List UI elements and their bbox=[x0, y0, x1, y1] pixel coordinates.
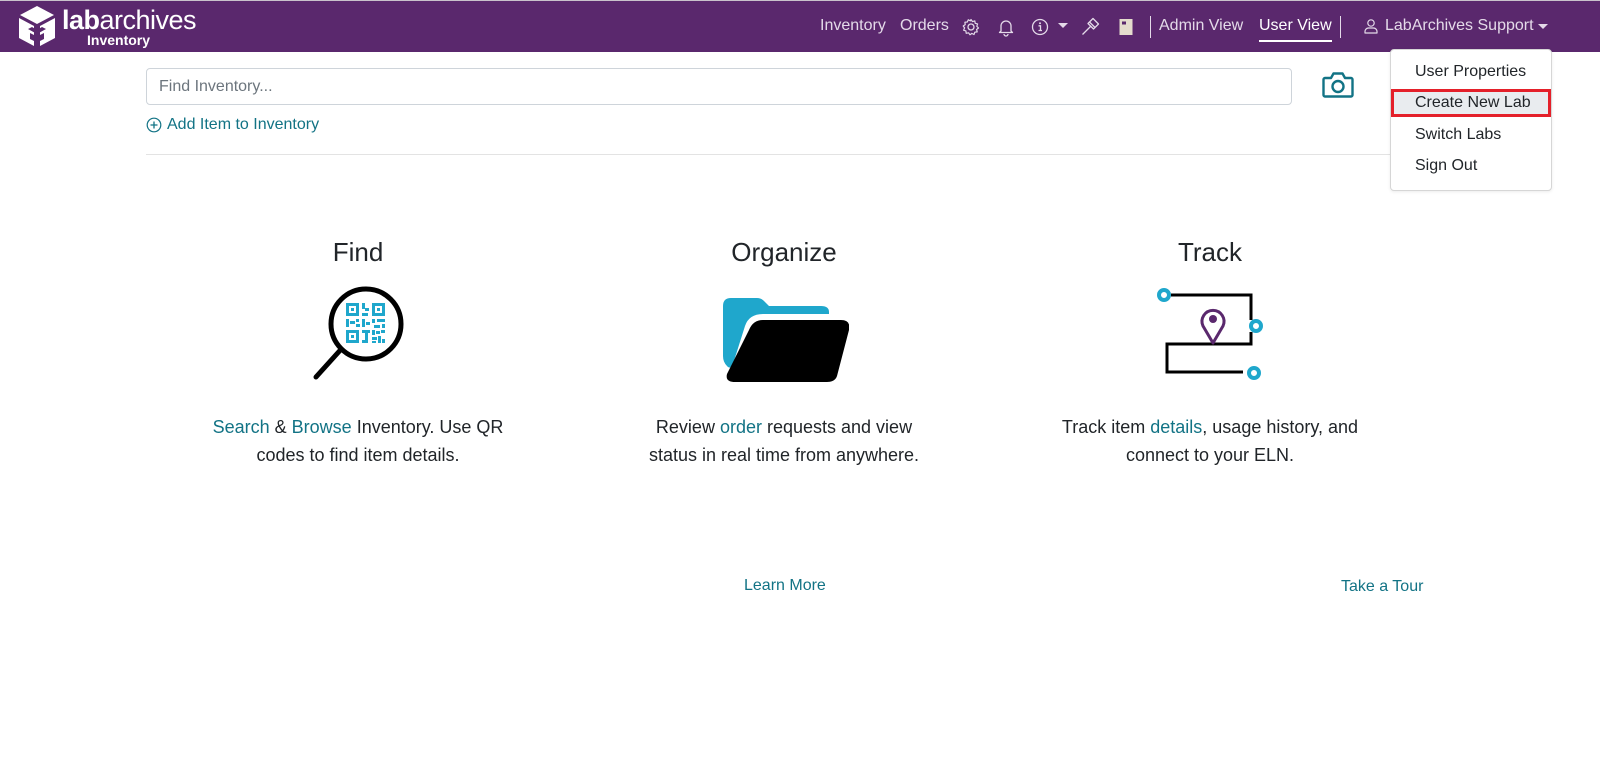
nav-separator bbox=[1150, 16, 1151, 38]
notebook-icon[interactable] bbox=[1116, 17, 1136, 37]
feature-title: Find bbox=[332, 237, 384, 267]
nav-inventory[interactable]: Inventory bbox=[820, 16, 886, 36]
info-icon[interactable] bbox=[1030, 17, 1050, 37]
nav-separator bbox=[1340, 16, 1341, 38]
section-divider bbox=[146, 154, 1416, 155]
search-link[interactable]: Search bbox=[213, 417, 270, 437]
find-inventory-input[interactable] bbox=[146, 68, 1292, 105]
info-dropdown-caret-icon[interactable] bbox=[1058, 23, 1068, 28]
menu-item-user-properties[interactable]: User Properties bbox=[1391, 58, 1551, 86]
camera-scan-icon[interactable] bbox=[1322, 70, 1354, 100]
feature-title: Organize bbox=[731, 237, 837, 267]
details-link[interactable]: details bbox=[1150, 417, 1202, 437]
nav-orders[interactable]: Orders bbox=[900, 16, 949, 36]
feature-find: Find Search & Browse Inventory. Use QR c… bbox=[208, 236, 508, 469]
bell-icon[interactable] bbox=[996, 17, 1016, 37]
desc-text: Track item bbox=[1061, 417, 1151, 437]
feature-track: Track Track item details, usage history,… bbox=[1060, 236, 1360, 469]
feature-description: Search & Browse Inventory. Use QR codes … bbox=[208, 414, 508, 469]
brand-bold: lab bbox=[62, 5, 100, 35]
labarchives-cube-icon bbox=[19, 6, 55, 46]
brand-light: archives bbox=[99, 5, 197, 35]
menu-item-switch-labs[interactable]: Switch Labs bbox=[1391, 121, 1551, 149]
feature-description: Track item details, usage history, and c… bbox=[1060, 414, 1360, 469]
menu-item-sign-out[interactable]: Sign Out bbox=[1391, 152, 1551, 180]
brand-subtitle: Inventory bbox=[87, 32, 151, 48]
learn-more-link[interactable]: Learn More bbox=[744, 576, 826, 596]
plus-circle-icon bbox=[146, 117, 162, 133]
brand-text: labarchives bbox=[62, 5, 197, 35]
menu-item-create-new-lab[interactable]: Create New Lab bbox=[1391, 89, 1551, 117]
user-icon bbox=[1364, 19, 1378, 34]
browse-link[interactable]: Browse bbox=[292, 417, 352, 437]
feature-description: Review order requests and view status in… bbox=[634, 414, 934, 469]
user-menu-toggle[interactable]: LabArchives Support bbox=[1363, 16, 1548, 36]
top-navbar: labarchives Inventory Inventory Orders A… bbox=[0, 0, 1600, 52]
qr-magnifier-icon bbox=[313, 286, 404, 380]
gear-icon[interactable] bbox=[961, 17, 981, 37]
order-link[interactable]: order bbox=[720, 417, 762, 437]
user-menu-caret-icon bbox=[1537, 23, 1548, 29]
brand-logo-link[interactable]: labarchives Inventory bbox=[18, 5, 197, 49]
add-item-link[interactable]: Add Item to Inventory bbox=[146, 115, 319, 135]
folder-icon bbox=[723, 298, 849, 382]
feature-organize: Organize Review order requests and view … bbox=[634, 236, 934, 469]
desc-text: & bbox=[269, 417, 292, 437]
user-menu-label: LabArchives Support bbox=[1385, 17, 1534, 34]
take-tour-link[interactable]: Take a Tour bbox=[1341, 577, 1423, 597]
add-item-label: Add Item to Inventory bbox=[167, 116, 320, 133]
user-dropdown-menu: User Properties Create New Lab Switch La… bbox=[1390, 49, 1552, 191]
nav-admin-view[interactable]: Admin View bbox=[1159, 16, 1243, 36]
feature-title: Track bbox=[1177, 237, 1243, 267]
location-track-icon bbox=[1157, 288, 1263, 380]
desc-text: Review bbox=[655, 417, 720, 437]
nav-user-view[interactable]: User View bbox=[1259, 16, 1332, 42]
hammer-icon[interactable] bbox=[1080, 17, 1100, 37]
